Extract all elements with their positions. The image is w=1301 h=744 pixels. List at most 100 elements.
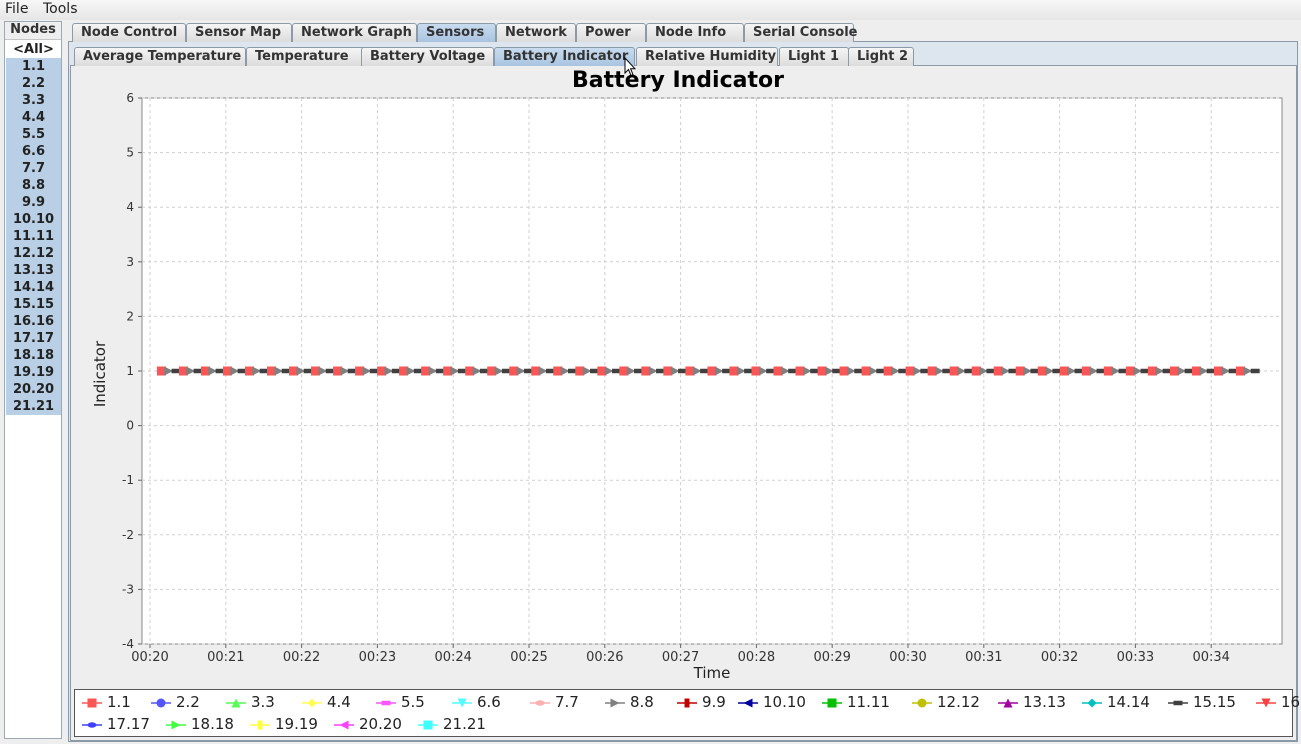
legend-swatch-icon (738, 698, 758, 707)
legend-item: 20.20 (333, 714, 402, 734)
legend-swatch-icon (166, 720, 186, 729)
legend-swatch-icon (530, 699, 550, 706)
legend-label: 14.14 (1107, 693, 1150, 711)
legend-swatch-icon (82, 698, 102, 707)
legend-swatch-icon (302, 698, 322, 707)
legend-marker (684, 698, 690, 707)
legend-marker (307, 698, 317, 707)
y-tick-label: 1 (126, 364, 134, 378)
legend-marker (1173, 700, 1183, 705)
legend-swatch-icon (1168, 700, 1188, 705)
y-tick-label: -3 (122, 582, 134, 596)
legend-marker (156, 698, 166, 707)
x-tick-label: 00:21 (207, 650, 244, 665)
legend-label: 13.13 (1023, 693, 1066, 711)
legend-label: 20.20 (359, 715, 402, 733)
legend-item: 6.6 (451, 692, 501, 712)
legend-label: 15.15 (1193, 693, 1236, 711)
x-tick-label: 00:28 (738, 650, 775, 665)
y-tick-label: 6 (126, 91, 134, 105)
legend-swatch-icon (1082, 698, 1102, 707)
legend-swatch-icon (912, 698, 932, 707)
x-tick-label: 00:24 (434, 650, 471, 665)
legend-item: 3.3 (225, 692, 275, 712)
legend-marker (339, 720, 349, 729)
legend-item: 4.4 (301, 692, 351, 712)
legend-label: 5.5 (401, 693, 425, 711)
legend-label: 6.6 (477, 693, 501, 711)
legend-swatch-icon (452, 698, 472, 707)
legend-swatch-icon (605, 698, 625, 707)
legend-swatch-icon (226, 698, 246, 707)
legend-label: 19.19 (275, 715, 318, 733)
y-axis-label: Indicator (91, 340, 109, 407)
legend-label: 21.21 (443, 715, 486, 733)
x-tick-label: 00:27 (662, 650, 699, 665)
data-point-15-15 (1250, 368, 1260, 374)
legend-item: 17.17 (81, 714, 150, 734)
chart-legend: 1.1 2.2 3.3 4.4 5.5 6.6 7.7 8.8 9.9 10.10 11.11 12.… (74, 689, 1301, 737)
legend-swatch-icon (151, 698, 171, 707)
legend-item: 18.18 (165, 714, 234, 734)
legend-marker (827, 698, 837, 707)
legend-marker (917, 698, 927, 707)
x-tick-label: 00:22 (283, 650, 320, 665)
legend-item: 2.2 (150, 692, 200, 712)
legend-item: 12.12 (911, 692, 980, 712)
legend-label: 17.17 (107, 715, 150, 733)
legend-marker (87, 721, 97, 728)
legend-swatch-icon (250, 720, 270, 729)
legend-item: 8.8 (604, 692, 654, 712)
legend-item: 1.1 (81, 692, 131, 712)
y-tick-label: -1 (122, 473, 134, 487)
y-tick-label: 2 (126, 309, 134, 323)
x-tick-label: 00:20 (131, 650, 168, 665)
legend-swatch-icon (82, 721, 102, 728)
legend-marker (423, 720, 433, 729)
legend-label: 3.3 (251, 693, 275, 711)
mouse-cursor-icon (624, 56, 637, 81)
legend-swatch-icon (998, 698, 1018, 707)
legend-label: 8.8 (630, 693, 654, 711)
legend-swatch-icon (418, 720, 438, 729)
y-tick-label: 4 (126, 200, 134, 214)
battery-indicator-chart: 6 5 4 3 2 1 0 -1 -2 -3 -400:20 00:21 00:22 00:23 00:24… (91, 91, 1283, 682)
legend-label: 12.12 (937, 693, 980, 711)
legend-item: 15.15 (1167, 692, 1236, 712)
legend-item: 19.19 (249, 714, 318, 734)
y-tick-label: 0 (126, 419, 134, 433)
legend-marker (87, 698, 97, 707)
x-tick-label: 00:23 (359, 650, 396, 665)
legend-label: 11.11 (847, 693, 890, 711)
legend-label: 16.16 (1281, 693, 1301, 711)
legend-swatch-icon (677, 698, 697, 707)
legend-label: 4.4 (327, 693, 351, 711)
legend-swatch-icon (1256, 698, 1276, 707)
x-tick-label: 00:25 (510, 650, 547, 665)
y-tick-label: -4 (122, 637, 134, 651)
legend-marker (743, 698, 753, 707)
legend-item: 7.7 (529, 692, 579, 712)
legend-marker (1087, 698, 1097, 707)
x-tick-label: 00:33 (1117, 650, 1154, 665)
x-tick-label: 00:34 (1192, 650, 1229, 665)
y-tick-label: 3 (126, 255, 134, 269)
legend-marker (171, 720, 181, 729)
legend-item: 10.10 (737, 692, 806, 712)
y-tick-label: -2 (122, 528, 134, 542)
x-tick-label: 00:30 (889, 650, 926, 665)
x-axis-label: Time (693, 664, 731, 682)
legend-item: 16.16 (1255, 692, 1301, 712)
legend-swatch-icon (376, 700, 396, 705)
legend-label: 9.9 (702, 693, 726, 711)
x-tick-label: 00:31 (965, 650, 1002, 665)
legend-label: 18.18 (191, 715, 234, 733)
x-tick-label: 00:26 (586, 650, 623, 665)
legend-item: 13.13 (997, 692, 1066, 712)
legend-item: 21.21 (417, 714, 486, 734)
legend-item: 9.9 (676, 692, 726, 712)
legend-marker (381, 700, 391, 705)
legend-marker (610, 698, 620, 707)
legend-label: 10.10 (763, 693, 806, 711)
legend-item: 11.11 (821, 692, 890, 712)
